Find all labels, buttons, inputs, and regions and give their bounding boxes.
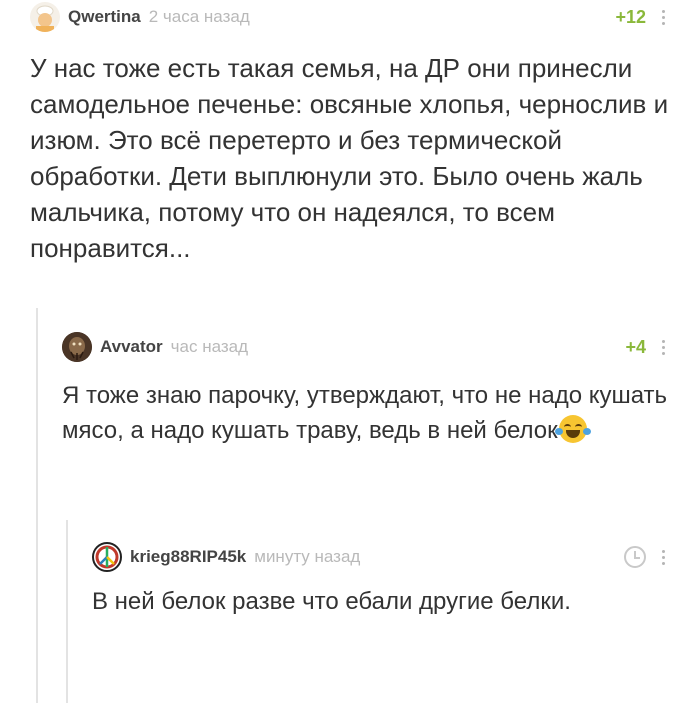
username[interactable]: Avvator: [100, 337, 163, 357]
comment-header: Qwertina 2 часа назад +12: [30, 0, 670, 34]
timestamp[interactable]: минуту назад: [254, 547, 360, 567]
more-options-icon[interactable]: [656, 9, 670, 25]
comment-text: В ней белок разве что ебали другие белки…: [92, 588, 571, 615]
rating: +12: [615, 6, 646, 27]
laughing-tears-emoji-icon: [554, 415, 591, 443]
comment: Qwertina 2 часа назад +12 У нас тоже ест…: [30, 0, 670, 266]
username[interactable]: Qwertina: [68, 7, 141, 27]
comment-text: Я тоже знаю парочку, утверждают, что не …: [62, 378, 670, 448]
thread-line: [36, 308, 38, 703]
peace-sign-avatar-icon: [95, 545, 119, 569]
comment-header: Avvator час назад +4: [62, 330, 670, 364]
comment-text: У нас тоже есть такая семья, на ДР они п…: [30, 53, 669, 263]
timestamp[interactable]: 2 часа назад: [149, 7, 250, 27]
comment: krieg88RIP45k минуту назад В ней белок р…: [92, 540, 670, 619]
avatar[interactable]: [92, 542, 122, 572]
thread-line: [66, 520, 68, 703]
predator-avatar-icon: [62, 332, 92, 362]
more-options-icon[interactable]: [656, 339, 670, 355]
avatar[interactable]: [62, 332, 92, 362]
chef-avatar-icon: [36, 5, 54, 32]
comment-header: krieg88RIP45k минуту назад: [92, 540, 670, 574]
comment: Avvator час назад +4 Я тоже знаю парочку…: [62, 330, 670, 448]
timestamp[interactable]: час назад: [171, 337, 248, 357]
username[interactable]: krieg88RIP45k: [130, 547, 246, 567]
clock-icon: [624, 546, 646, 568]
more-options-icon[interactable]: [656, 549, 670, 565]
rating: +4: [625, 336, 646, 357]
avatar[interactable]: [30, 2, 60, 32]
